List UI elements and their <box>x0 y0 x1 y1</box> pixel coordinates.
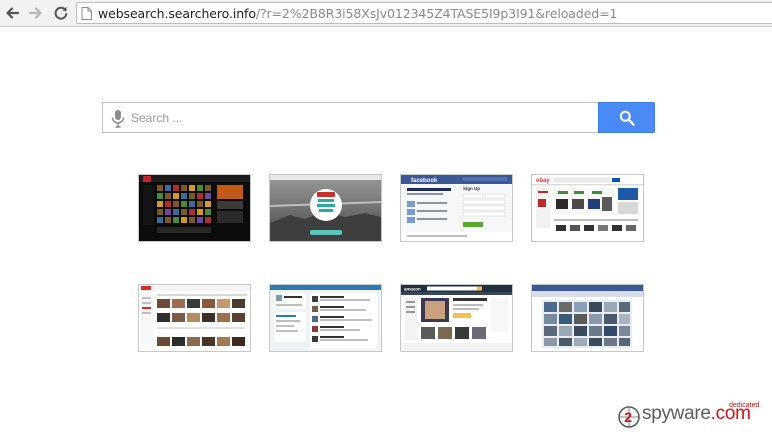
2spyware-logo-icon: 2 <box>618 406 640 428</box>
reload-icon[interactable] <box>52 4 70 22</box>
url-host: websearch.searchero.info <box>98 5 256 21</box>
thumbnail-facebook-signup[interactable]: facebook Sign Up <box>400 174 513 242</box>
search-box <box>102 102 598 133</box>
address-bar[interactable]: websearch.searchero.info/?r=2%2B8R3i58Xs… <box>76 2 772 24</box>
thumbnail-twitter-feed[interactable] <box>269 284 382 352</box>
thumbnail-photo-grid-site[interactable] <box>531 284 644 352</box>
forward-arrow-icon[interactable] <box>27 4 45 22</box>
microphone-icon[interactable] <box>111 109 125 128</box>
amazon-logo-text: amazon <box>404 287 421 292</box>
search-button[interactable] <box>598 102 655 133</box>
page-icon <box>81 6 92 20</box>
2spyware-watermark: 2 spyware.com dedicated <box>618 402 770 430</box>
thumbnail-ebay-shop[interactable]: ebay <box>531 174 644 242</box>
magnifier-icon <box>619 110 635 126</box>
search-input[interactable] <box>131 103 593 132</box>
watermark-tag: dedicated <box>729 402 760 409</box>
ebay-logo-text: ebay <box>536 178 550 184</box>
url-text: websearch.searchero.info/?r=2%2B8R3i58Xs… <box>98 6 617 21</box>
browser-toolbar: websearch.searchero.info/?r=2%2B8R3i58Xs… <box>0 0 772 27</box>
url-path: /?r=2%2B8R3i58XsJv012345Z4TASE5I9p3I91&r… <box>255 5 618 21</box>
facebook-signup-heading: Sign Up <box>463 186 480 191</box>
facebook-logo-text: facebook <box>411 178 438 184</box>
watermark-brand: spyware <box>642 403 711 424</box>
back-arrow-icon[interactable] <box>3 4 21 22</box>
thumbnail-amazon-shop[interactable]: amazon <box>400 284 513 352</box>
thumbnail-youtube-watch-and-be[interactable] <box>269 174 382 242</box>
thumbnail-video-gallery-site[interactable] <box>138 284 251 352</box>
thumbnail-game-site[interactable] <box>138 174 251 242</box>
watermark-number: 2 <box>624 409 632 425</box>
